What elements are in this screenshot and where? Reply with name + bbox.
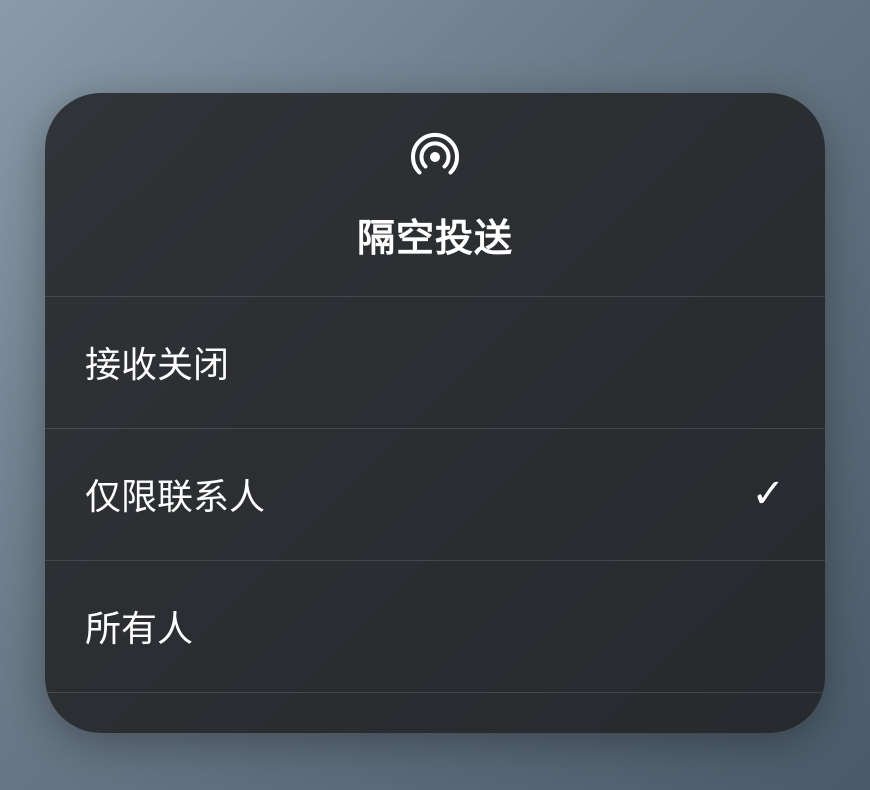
checkmark-icon: ✓ bbox=[751, 471, 785, 517]
option-contacts-only[interactable]: 仅限联系人 ✓ bbox=[45, 429, 825, 561]
option-receiving-off[interactable]: 接收关闭 ✓ bbox=[45, 297, 825, 429]
option-label: 接收关闭 bbox=[85, 336, 229, 388]
option-label: 仅限联系人 bbox=[85, 468, 265, 520]
options-list: 接收关闭 ✓ 仅限联系人 ✓ 所有人 ✓ bbox=[45, 297, 825, 733]
option-label: 所有人 bbox=[85, 600, 193, 652]
panel-title: 隔空投送 bbox=[357, 207, 513, 262]
panel-header: 隔空投送 bbox=[45, 93, 825, 297]
airdrop-panel: 隔空投送 接收关闭 ✓ 仅限联系人 ✓ 所有人 ✓ bbox=[45, 93, 825, 733]
option-everyone[interactable]: 所有人 ✓ bbox=[45, 561, 825, 693]
airdrop-icon bbox=[407, 129, 463, 185]
